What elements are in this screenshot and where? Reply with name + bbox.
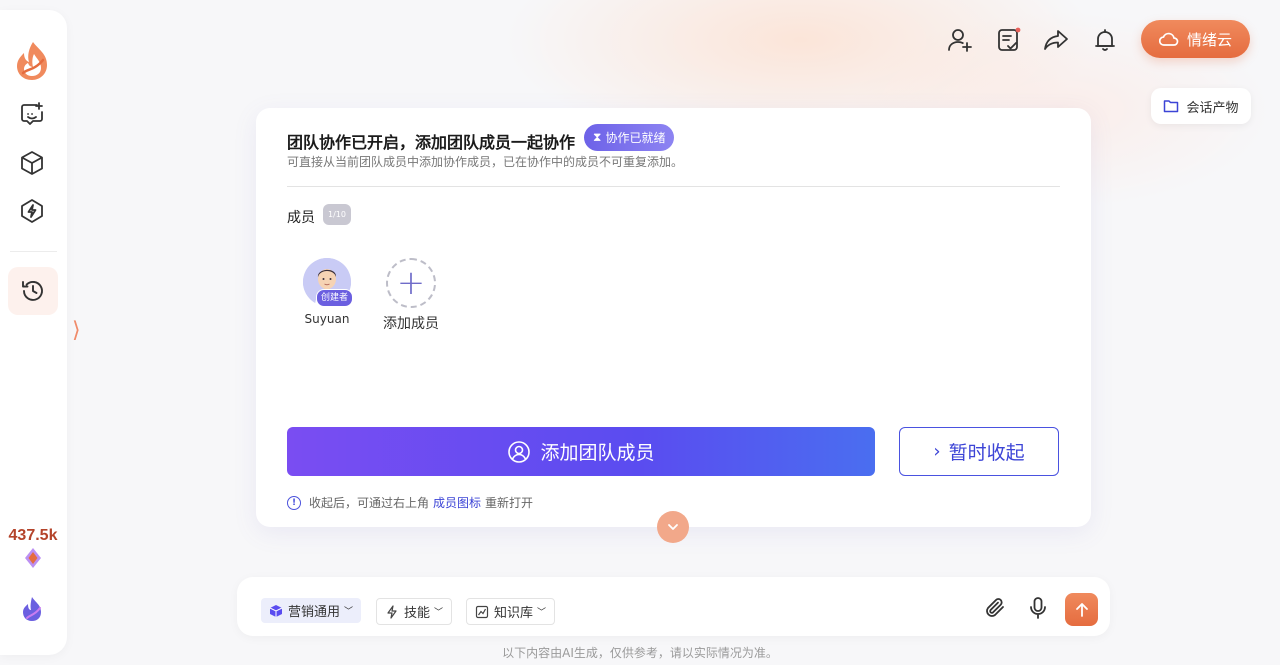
card-subtitle: 可直接从当前团队成员中添加协作成员，已在协作中的成员不可重复添加。 — [287, 155, 684, 169]
add-member-icon[interactable] — [946, 26, 974, 54]
sidebar-divider — [10, 251, 57, 252]
notification-bell-icon[interactable] — [1091, 26, 1119, 54]
skill-bolt-icon — [387, 604, 397, 619]
model-selector[interactable]: 营销通用 ﹀ — [261, 598, 362, 623]
card-title: 团队协作已开启，添加团队成员一起协作 — [287, 133, 576, 152]
skill-selector-label: 技能 — [404, 606, 431, 621]
expand-sidebar-icon[interactable]: ⟩ — [72, 318, 81, 343]
add-member-label: 添加成员 — [383, 316, 439, 332]
chevron-down-icon[interactable] — [657, 511, 689, 543]
team-collab-card: 团队协作已开启，添加团队成员一起协作 ⧗ 协作已就绪 可直接从当前团队成员中添加… — [256, 108, 1091, 527]
chat-input-bar[interactable]: 营销通用 ﹀ 技能 ﹀ 知识库 ﹀ — [237, 577, 1110, 636]
share-icon[interactable] — [1042, 26, 1070, 54]
team-icon — [508, 440, 531, 463]
member-item[interactable]: 创建者 Suyuan — [303, 258, 354, 326]
model-cube-icon — [269, 604, 283, 617]
avatar: 创建者 — [303, 258, 354, 307]
flame-logo-icon[interactable] — [13, 40, 53, 82]
folder-icon — [1164, 100, 1179, 113]
microphone-icon[interactable] — [1024, 594, 1052, 622]
add-member-item[interactable]: + 添加成员 — [383, 258, 439, 333]
collapse-for-now-label: 暂时收起 — [948, 442, 1025, 464]
chevron-down-icon: ﹀ — [434, 608, 444, 618]
card-divider — [287, 186, 1060, 187]
collapse-hint: ! 收起后，可通过右上角 成员图标 重新打开 — [287, 494, 533, 511]
cloud-icon — [1158, 32, 1179, 46]
skill-selector[interactable]: 技能 ﹀ — [376, 598, 453, 625]
member-count-badge: 1/10 — [323, 204, 351, 225]
session-artifacts-button[interactable]: 会话产物 — [1151, 88, 1251, 124]
collapse-for-now-button[interactable]: › 暂时收起 — [899, 427, 1059, 476]
members-label: 成员 — [287, 210, 315, 226]
arrow-up-icon — [1075, 602, 1088, 617]
collab-ready-label: 协作已就绪 — [605, 131, 666, 145]
hint-suffix: 重新打开 — [485, 496, 534, 510]
credits-value: 437.5k — [8, 527, 58, 544]
chevron-right-icon: › — [933, 441, 941, 462]
lightning-hexagon-icon[interactable] — [18, 197, 46, 225]
hourglass-icon: ⧗ — [593, 130, 602, 144]
knowledge-base-selector[interactable]: 知识库 ﹀ — [466, 598, 556, 625]
knowledge-base-label: 知识库 — [494, 606, 534, 621]
add-team-members-label: 添加团队成员 — [540, 442, 655, 464]
emotion-cloud-button[interactable]: 情绪云 — [1141, 20, 1250, 58]
collab-ready-badge: ⧗ 协作已就绪 — [584, 124, 675, 151]
ai-disclaimer: 以下内容由AI生成，仅供参考，请以实际情况为准。 — [502, 646, 778, 660]
history-clock-icon[interactable] — [8, 267, 58, 315]
cube-icon[interactable] — [18, 149, 46, 177]
model-selector-label: 营销通用 — [288, 605, 341, 620]
member-icon-link[interactable]: 成员图标 — [433, 494, 481, 511]
session-artifacts-label: 会话产物 — [1186, 100, 1239, 116]
member-name: Suyuan — [304, 312, 350, 326]
task-list-icon[interactable] — [995, 26, 1023, 54]
hint-prefix: 收起后，可通过右上角 — [309, 496, 430, 510]
chevron-down-icon: ﹀ — [344, 607, 354, 617]
credits-display[interactable]: 437.5k — [4, 525, 62, 573]
send-button[interactable] — [1065, 593, 1098, 626]
gem-icon — [25, 548, 41, 568]
chevron-down-icon: ﹀ — [537, 608, 547, 618]
sidebar: 437.5k — [0, 10, 67, 655]
emotion-cloud-label: 情绪云 — [1186, 30, 1232, 49]
add-team-members-button[interactable]: 添加团队成员 — [287, 427, 875, 476]
brand-flame-icon[interactable] — [19, 595, 45, 623]
info-icon: ! — [287, 495, 301, 510]
new-chat-icon[interactable] — [18, 100, 46, 128]
knowledge-base-icon — [475, 605, 489, 618]
creator-tag: 创建者 — [316, 289, 354, 307]
plus-icon[interactable]: + — [386, 258, 436, 308]
attachment-icon[interactable] — [981, 594, 1009, 622]
